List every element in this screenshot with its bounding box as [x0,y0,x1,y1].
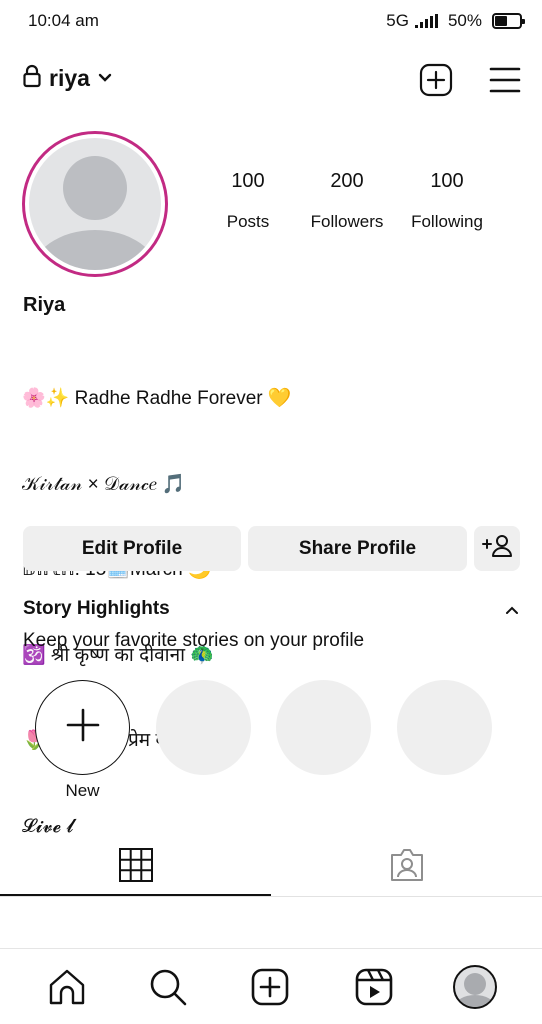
highlights-title: Story Highlights [23,598,170,619]
highlights-subtitle: Keep your favorite stories on your profi… [23,630,365,651]
posts-label: Posts [226,212,270,231]
new-highlight-label: New [65,781,100,800]
battery-percent: 50% [447,11,482,30]
highlight-placeholder [156,680,251,775]
create-icon[interactable] [246,963,294,1011]
display-name: Riya [23,294,66,316]
lock-icon [23,64,41,93]
tab-tagged[interactable] [271,838,542,896]
highlight-placeholder [276,680,371,775]
signal-icon [414,14,438,28]
menu-icon[interactable] [487,62,523,98]
highlight-placeholder [397,680,492,775]
following-stat[interactable]: 100 Following [392,170,502,232]
tagged-icon [388,847,426,888]
battery-icon [492,13,525,29]
reels-icon[interactable] [350,963,398,1011]
grid-icon [118,847,154,888]
add-person-icon [481,534,513,564]
bio-line: 𝒦𝒾𝓇𝓉𝒶𝓃 × 𝒟𝒶𝓃𝒸𝑒 🎵 [22,473,186,495]
tab-divider [0,896,542,897]
following-count: 100 [430,170,464,192]
account-switcher[interactable]: riya [23,64,112,93]
status-indicators: 5G 50% [386,11,525,31]
create-post-icon[interactable] [418,62,454,98]
profile-nav-avatar[interactable] [451,963,499,1011]
search-icon[interactable] [144,963,192,1011]
new-highlight-button[interactable] [35,680,130,775]
username: riya [49,65,90,91]
chevron-up-icon[interactable] [502,600,522,620]
profile-header: riya [0,58,542,102]
avatar [453,965,497,1009]
home-icon[interactable] [43,963,91,1011]
posts-stat[interactable]: 100 Posts [193,170,303,232]
plus-icon [66,708,100,747]
share-profile-button[interactable]: Share Profile [248,526,467,571]
followers-label: Followers [310,212,384,231]
edit-profile-button[interactable]: Edit Profile [23,526,241,571]
posts-count: 100 [231,170,265,192]
status-time: 10:04 am [28,11,99,30]
followers-count: 200 [330,170,364,192]
bio-line: 🌸✨ Radhe Radhe Forever 💛 [22,388,292,409]
following-label: Following [411,212,483,231]
chevron-down-icon [98,70,112,88]
avatar-image [29,138,161,270]
profile-avatar[interactable] [22,131,168,277]
bio-line: 𝓛𝓲𝓿𝓮 𝓵 [22,815,74,837]
followers-stat[interactable]: 200 Followers [292,170,402,232]
bottom-nav [0,948,542,1024]
network-type: 5G [386,11,409,30]
discover-people-button[interactable] [474,526,520,571]
tab-posts-grid[interactable] [0,838,271,896]
content-tabs [0,838,542,898]
status-bar: 10:04 am 5G 50% [0,0,542,42]
